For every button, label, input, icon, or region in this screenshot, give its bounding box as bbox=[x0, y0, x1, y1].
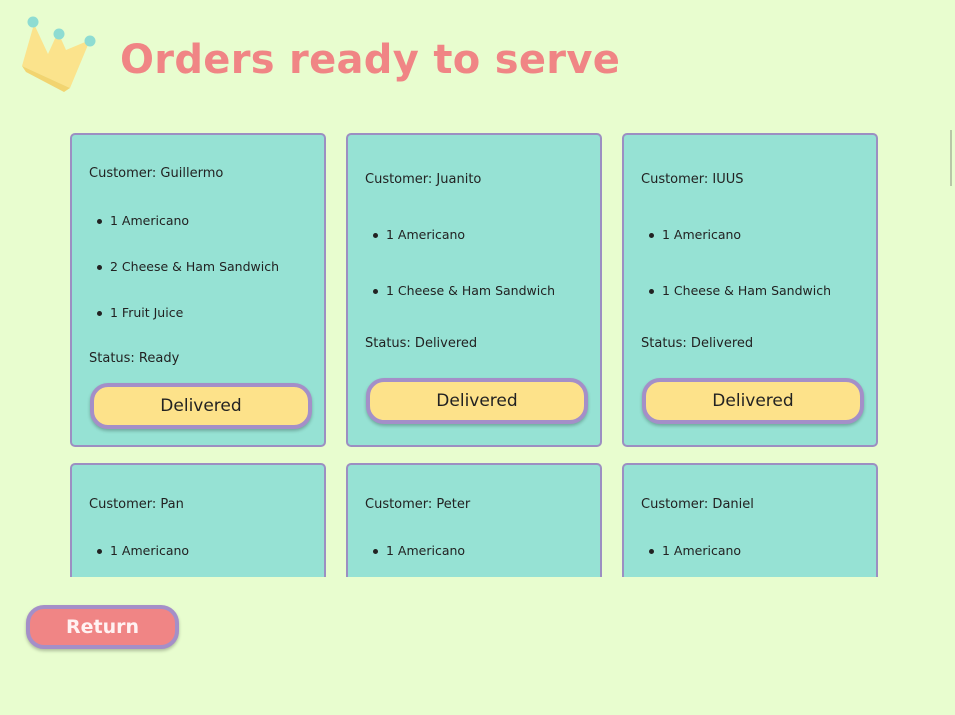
order-item: 1 Americano bbox=[96, 213, 190, 228]
order-card: Customer: Juanito 1 Americano 1 Cheese &… bbox=[346, 133, 602, 447]
customer-name: Customer: Daniel bbox=[641, 497, 754, 512]
crown-icon bbox=[22, 16, 96, 92]
order-item: 1 Americano bbox=[648, 543, 742, 558]
order-status: Status: Ready bbox=[89, 351, 180, 366]
order-item: 1 Americano bbox=[372, 227, 466, 242]
order-card: Customer: Guillermo 1 Americano 2 Cheese… bbox=[70, 133, 326, 447]
order-item: 1 Americano bbox=[96, 543, 190, 558]
page-title: Orders ready to serve bbox=[120, 37, 621, 83]
customer-name: Customer: Guillermo bbox=[89, 166, 224, 181]
customer-name: Customer: IUUS bbox=[641, 172, 744, 187]
order-card: Customer: Peter 1 Americano bbox=[346, 463, 602, 577]
order-card: Customer: Daniel 1 Americano bbox=[622, 463, 878, 577]
order-status: Status: Delivered bbox=[365, 336, 478, 351]
customer-name: Customer: Juanito bbox=[365, 172, 482, 187]
order-item: 1 Fruit Juice bbox=[96, 305, 184, 320]
order-item: 1 Americano bbox=[648, 227, 742, 242]
customer-name: Customer: Pan bbox=[89, 497, 184, 512]
delivered-button[interactable]: Delivered bbox=[642, 378, 864, 424]
order-card: Customer: IUUS 1 Americano 1 Cheese & Ha… bbox=[622, 133, 878, 447]
order-item: 2 Cheese & Ham Sandwich bbox=[96, 259, 280, 274]
delivered-button[interactable]: Delivered bbox=[366, 378, 588, 424]
scrollbar[interactable] bbox=[950, 130, 952, 186]
order-card: Customer: Pan 1 Americano bbox=[70, 463, 326, 577]
order-item: 1 Americano bbox=[372, 543, 466, 558]
order-item: 1 Cheese & Ham Sandwich bbox=[372, 283, 556, 298]
order-item: 1 Cheese & Ham Sandwich bbox=[648, 283, 832, 298]
return-button[interactable]: Return bbox=[26, 605, 179, 649]
delivered-button[interactable]: Delivered bbox=[90, 383, 312, 429]
order-status: Status: Delivered bbox=[641, 336, 754, 351]
customer-name: Customer: Peter bbox=[365, 497, 471, 512]
orders-grid[interactable]: Customer: Guillermo 1 Americano 2 Cheese… bbox=[70, 133, 885, 577]
